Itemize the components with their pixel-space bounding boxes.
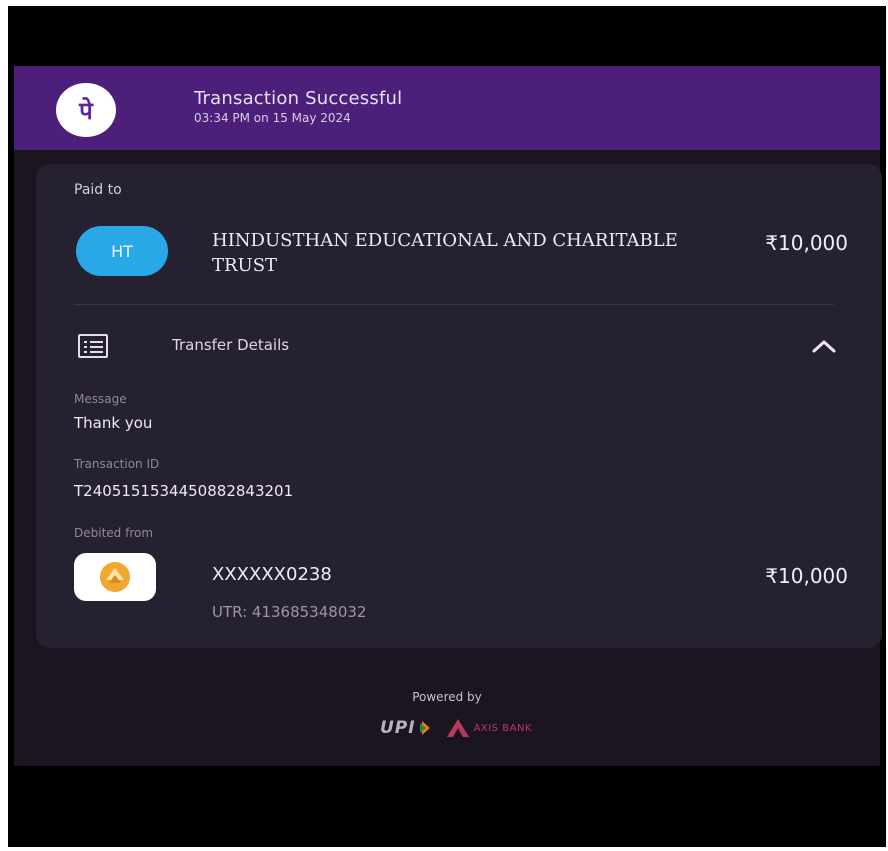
page-title: Transaction Successful [194, 88, 403, 109]
transaction-id-label: Transaction ID [74, 457, 160, 471]
axis-bank-label: AXIS BANK [473, 722, 532, 734]
transaction-id-value[interactable]: T2405151534450882843201 [74, 482, 293, 500]
phonepe-logo-glyph: पे [79, 96, 93, 125]
payee-name: HINDUSTHAN EDUCATIONAL AND CHARITABLE TR… [212, 230, 678, 276]
transfer-details-toggle[interactable]: Transfer Details [172, 336, 289, 354]
transaction-screen: पे Transaction Successful 03:34 PM on 15… [14, 66, 882, 766]
paid-amount: ₹10,000 [765, 231, 848, 255]
debited-account-number: XXXXXX0238 [212, 564, 332, 585]
message-value: Thank you [74, 414, 153, 432]
paid-to-label: Paid to [74, 182, 122, 198]
header-text: Transaction Successful 03:34 PM on 15 Ma… [194, 88, 402, 125]
powered-by-text: Powered by [412, 690, 482, 704]
list-icon [78, 334, 108, 358]
footer-logos: UPI AXIS BANK [326, 714, 586, 742]
phonepe-logo: पे [56, 83, 116, 137]
utr-number[interactable]: UTR: 413685348032 [212, 603, 366, 621]
divider [74, 304, 834, 305]
header-bar: पे Transaction Successful 03:34 PM on 15… [14, 66, 880, 150]
upi-label: UPI [380, 718, 416, 738]
chevron-up-icon[interactable] [808, 334, 840, 358]
axis-bank-logo: AXIS BANK [446, 718, 532, 738]
transaction-timestamp: 03:34 PM on 15 May 2024 [194, 111, 351, 125]
message-label: Message [74, 392, 127, 406]
transaction-card: Paid to HT HINDUSTHAN EDUCATIONAL AND CH… [36, 164, 882, 648]
phone-frame: पे Transaction Successful 03:34 PM on 15… [8, 6, 886, 847]
debited-from-label: Debited from [74, 526, 154, 540]
bank-logo-icon [74, 553, 156, 601]
debited-amount: ₹10,000 [765, 564, 848, 588]
upi-logo: UPI [380, 718, 432, 738]
payee-avatar[interactable]: HT [76, 226, 168, 276]
